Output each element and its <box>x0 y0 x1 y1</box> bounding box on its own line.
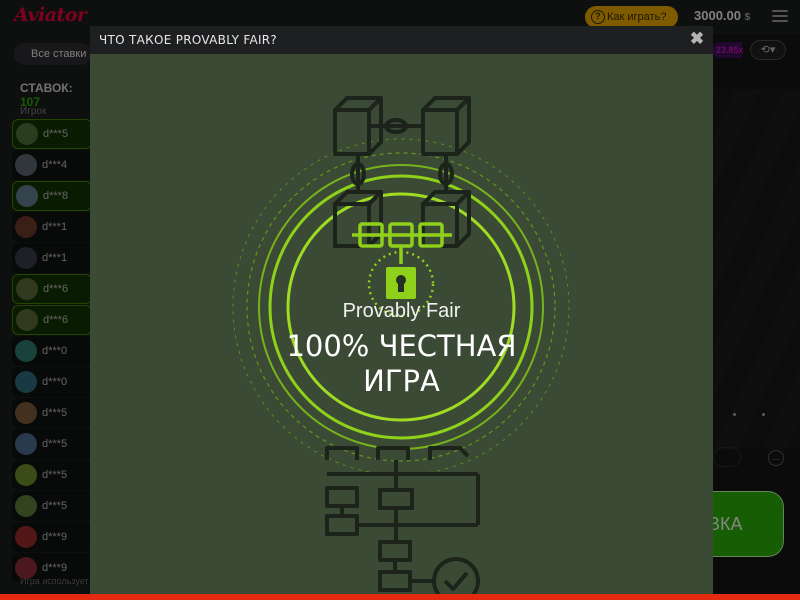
modal-title: ЧТО ТАКОЕ PROVABLY FAIR? <box>99 33 278 47</box>
checkmark-circle-icon <box>443 571 469 591</box>
provably-fair-modal: ЧТО ТАКОЕ PROVABLY FAIR? ✖ Provably Fair… <box>90 26 713 600</box>
fair-game-headline-line2: ИГРА <box>363 364 440 398</box>
fair-game-headline-line1: 100% ЧЕСТНАЯ <box>286 329 517 363</box>
provably-fair-illustration <box>232 96 570 600</box>
padlock-icon <box>386 267 416 299</box>
provably-fair-subtitle: Provably Fair <box>342 300 461 322</box>
close-icon[interactable]: ✖ <box>687 29 707 49</box>
flowchart-icon <box>325 446 480 600</box>
aviator-app: Aviator ? Как играть? 3000.00 $ Все став… <box>0 0 800 600</box>
fair-game-headline: 100% ЧЕСТНАЯ ИГРА <box>90 329 713 399</box>
bottom-accent-bar <box>0 594 800 600</box>
modal-header: ЧТО ТАКОЕ PROVABLY FAIR? ✖ <box>90 26 713 54</box>
